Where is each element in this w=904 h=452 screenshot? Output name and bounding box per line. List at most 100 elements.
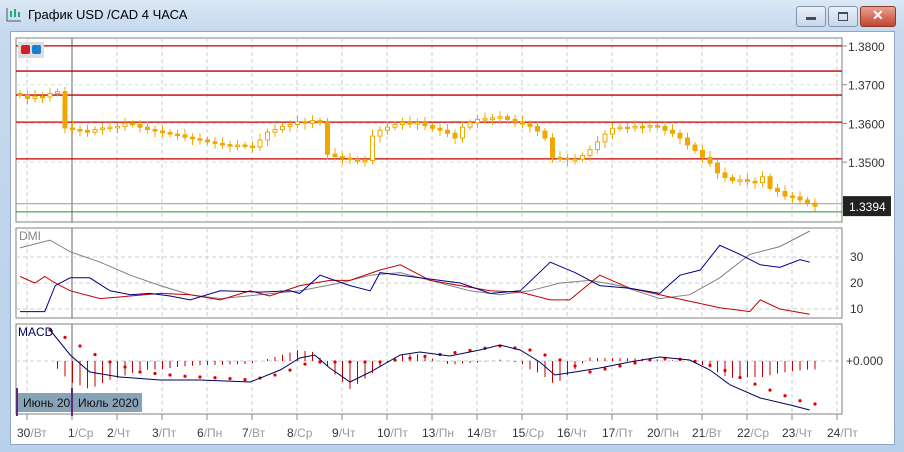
macd-signal-dot	[333, 360, 337, 364]
candle-body	[535, 125, 540, 132]
macd-signal-dot	[423, 354, 427, 358]
candle-body	[302, 121, 308, 124]
candle-body	[812, 202, 818, 207]
candle-body	[355, 158, 360, 162]
dmi-label: DMI	[19, 229, 41, 243]
macd-signal-dot	[783, 394, 787, 398]
candle-body	[77, 128, 83, 132]
candle-body	[385, 126, 390, 131]
candle-body	[377, 129, 383, 137]
candle-body	[70, 127, 75, 130]
candle-body	[160, 130, 165, 134]
candle-body	[632, 125, 638, 129]
macd-signal-dot	[408, 356, 412, 360]
price-label: 1.3700	[848, 79, 885, 93]
time-label: 14/Вт	[467, 426, 497, 440]
candle-body	[212, 141, 218, 144]
candle-body	[280, 125, 285, 130]
candle-body	[107, 126, 113, 130]
candle-body	[310, 120, 315, 124]
candle-body	[340, 156, 345, 159]
time-weekday: /Вт	[249, 426, 266, 440]
candle-body	[775, 187, 780, 192]
macd-signal-dot	[63, 335, 67, 340]
time-day: 23	[782, 426, 796, 440]
candle-body	[662, 125, 668, 131]
candle-body	[550, 137, 555, 158]
color-toggle[interactable]	[18, 42, 44, 58]
macd-signal-dot	[108, 360, 112, 364]
candle-body	[722, 172, 728, 178]
candle-body	[520, 121, 525, 125]
candle-body	[610, 127, 615, 135]
macd-signal-dot	[198, 375, 202, 379]
candle-body	[197, 138, 203, 141]
candle-body	[527, 123, 533, 127]
candle-body	[370, 135, 375, 161]
macd-signal-dot	[603, 367, 607, 371]
time-weekday: /Пт	[390, 426, 408, 440]
time-day: 17	[602, 426, 616, 440]
time-label: 24/Пт	[827, 426, 858, 440]
candle-body	[572, 158, 578, 162]
candle-body	[250, 145, 255, 149]
candle-body	[325, 122, 330, 155]
macd-signal-dot	[798, 399, 802, 403]
candle-body	[790, 195, 795, 199]
red-square-icon[interactable]	[21, 45, 30, 54]
macd-signal-dot	[78, 344, 82, 348]
candle-body	[767, 176, 773, 189]
candle-body	[745, 179, 750, 182]
candle-body	[512, 118, 518, 123]
macd-signal-dot	[618, 364, 622, 368]
price-label: 1.3600	[848, 117, 885, 131]
macd-signal-dot	[813, 402, 817, 406]
chart-window: График USD /CAD 4 ЧАСА ✕ 30/Вт 1/Ср 2/Чт 3/…	[0, 0, 904, 452]
candle-body	[685, 137, 690, 146]
candle-body	[40, 95, 45, 99]
candle-body	[100, 127, 105, 130]
macd-signal-dot	[243, 378, 247, 382]
candle-body	[805, 199, 810, 204]
chart-canvas[interactable]: 30/Вт 1/Ср 2/Чт 3/Пт 6/Пн 7/Вт 8/Ср 9/Чт 10/Пт 13…	[0, 0, 904, 452]
macd-axis-label: +0.000	[846, 354, 883, 368]
candle-body	[467, 122, 473, 128]
macd-signal-dot	[768, 388, 772, 392]
blue-square-icon[interactable]	[32, 45, 41, 54]
time-day: 24	[827, 426, 841, 440]
candle-body	[190, 136, 195, 140]
candle-body	[655, 125, 660, 128]
candle-body	[752, 180, 758, 184]
price-label: 1.3800	[848, 40, 885, 54]
candle-body	[730, 176, 735, 182]
candle-body	[115, 125, 120, 129]
time-day: 30	[17, 426, 31, 440]
macd-signal-dot	[528, 348, 532, 352]
candle-body	[332, 153, 338, 158]
time-label: 13/Пн	[422, 426, 454, 440]
macd-signal-dot	[93, 352, 97, 357]
macd-signal-dot	[273, 373, 277, 377]
candle-body	[497, 116, 503, 119]
time-weekday: /Чт	[114, 426, 131, 440]
time-label: 2/Чт	[107, 426, 131, 440]
candle-body	[565, 157, 570, 161]
macd-signal-dot	[303, 362, 307, 366]
candle-body	[715, 162, 720, 174]
candle-body	[347, 157, 353, 161]
month-label-july: Июль 2020	[78, 396, 139, 410]
macd-signal-dot	[573, 364, 577, 368]
candle-body	[647, 125, 653, 128]
time-label: 1/Ср	[68, 426, 94, 440]
candle-body	[677, 132, 683, 139]
candle-body	[640, 125, 645, 129]
candle-body	[700, 149, 705, 158]
time-weekday: /Ср	[294, 426, 313, 440]
macd-signal-dot	[633, 361, 637, 365]
time-label: 17/Пт	[602, 426, 633, 440]
time-label: 8/Ср	[287, 426, 313, 440]
time-weekday: /Ср	[750, 426, 769, 440]
time-label: 16/Чт	[557, 426, 588, 440]
time-label: 7/Вт	[242, 426, 266, 440]
macd-signal-dot	[558, 358, 562, 362]
